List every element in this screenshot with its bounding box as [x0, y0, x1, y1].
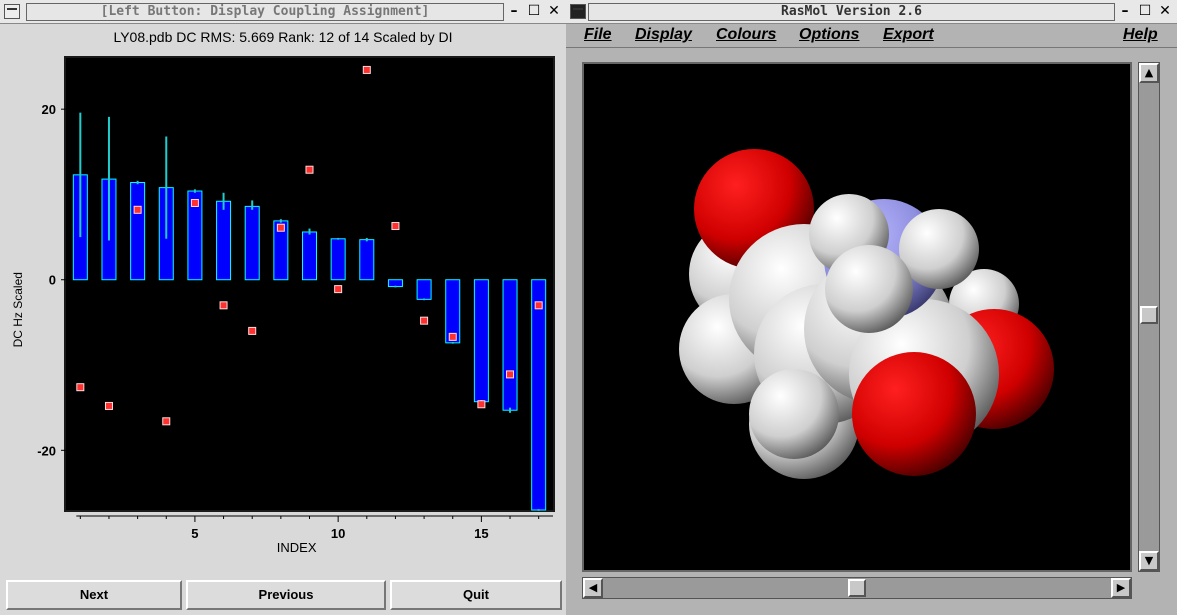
maximize-icon[interactable]: ☐ [1137, 2, 1153, 20]
rasmol-window-titlebar[interactable]: RasMol Version 2.6 – ☐ ✕ [566, 0, 1177, 24]
horizontal-scrollbar[interactable]: ◀ ▶ [582, 577, 1132, 599]
x-tick-label: 10 [331, 526, 345, 541]
x-axis-label: INDEX [277, 540, 317, 555]
bar [502, 279, 518, 411]
hydrogen-atom [825, 245, 913, 333]
data-point [133, 205, 142, 214]
bar [302, 231, 317, 281]
data-point [276, 223, 285, 232]
bar [330, 238, 346, 281]
chart-svg: 20 0 -20 5 10 15 INDEX DC Hz Scaled [11, 56, 555, 555]
x-tick-label: 5 [191, 526, 198, 541]
bar [473, 279, 489, 403]
scroll-up-icon[interactable]: ▲ [1139, 63, 1159, 83]
data-point [534, 301, 543, 310]
menu-export[interactable]: Export [883, 26, 934, 44]
data-point [76, 383, 85, 392]
molecule-viewport[interactable] [582, 62, 1132, 572]
y-tick-label: 20 [42, 102, 56, 117]
data-point [506, 370, 515, 379]
y-tick-label: 0 [49, 273, 56, 288]
coupling-chart[interactable]: 20 0 -20 5 10 15 INDEX DC Hz Scaled [8, 52, 558, 567]
quit-button[interactable]: Quit [390, 580, 562, 610]
menu-file[interactable]: File [584, 26, 612, 44]
oxygen-atom [852, 352, 976, 476]
data-point [104, 401, 113, 410]
horizontal-scroll-thumb[interactable] [848, 579, 866, 597]
data-point [477, 400, 486, 409]
minimize-icon[interactable]: – [1117, 2, 1133, 20]
data-point [248, 326, 257, 335]
close-icon[interactable]: ✕ [1157, 2, 1173, 20]
window-menu-icon[interactable] [4, 4, 20, 19]
data-point [448, 332, 457, 341]
y-tick-label: -20 [37, 443, 56, 458]
data-point [334, 285, 343, 294]
scroll-right-icon[interactable]: ▶ [1111, 578, 1131, 598]
window-title: RasMol Version 2.6 [588, 3, 1115, 21]
data-point [190, 198, 199, 207]
bar [244, 205, 260, 281]
bar [416, 279, 432, 300]
x-tick-label: 15 [474, 526, 488, 541]
window-title: [Left Button: Display Coupling Assignmen… [26, 3, 504, 21]
vertical-scroll-thumb[interactable] [1140, 306, 1158, 324]
coupling-window-titlebar[interactable]: [Left Button: Display Coupling Assignmen… [0, 0, 566, 24]
data-point [162, 417, 171, 426]
menu-display[interactable]: Display [635, 26, 692, 44]
bar [216, 200, 232, 281]
bar [387, 279, 403, 288]
bar [130, 182, 146, 281]
minimize-icon[interactable]: – [506, 2, 522, 20]
data-point [362, 65, 371, 74]
bar [359, 239, 375, 281]
plot-subtitle: LY08.pdb DC RMS: 5.669 Rank: 12 of 14 Sc… [113, 29, 453, 45]
menu-options[interactable]: Options [799, 26, 859, 44]
menu-colours[interactable]: Colours [716, 26, 776, 44]
molecule-render [679, 149, 1054, 479]
data-point [219, 301, 228, 310]
atoms [679, 149, 1054, 479]
data-point [391, 222, 400, 231]
scroll-left-icon[interactable]: ◀ [583, 578, 603, 598]
menu-bar: File Display Colours Options Export Help [566, 24, 1177, 48]
previous-button[interactable]: Previous [186, 580, 386, 610]
close-icon[interactable]: ✕ [546, 2, 562, 20]
rasmol-window: RasMol Version 2.6 – ☐ ✕ File Display Co… [566, 0, 1177, 615]
y-axis-label: DC Hz Scaled [11, 272, 25, 347]
data-point [305, 165, 314, 174]
maximize-icon[interactable]: ☐ [526, 2, 542, 20]
bar [531, 279, 547, 511]
vertical-scrollbar[interactable]: ▲ ▼ [1138, 62, 1160, 572]
scroll-down-icon[interactable]: ▼ [1139, 551, 1159, 571]
window-menu-icon[interactable] [570, 4, 586, 19]
button-row: Next Previous Quit [6, 580, 562, 610]
next-button[interactable]: Next [6, 580, 182, 610]
coupling-window: [Left Button: Display Coupling Assignmen… [0, 0, 566, 615]
data-point [420, 316, 429, 325]
hydrogen-atom [749, 369, 839, 459]
menu-help[interactable]: Help [1123, 26, 1158, 44]
